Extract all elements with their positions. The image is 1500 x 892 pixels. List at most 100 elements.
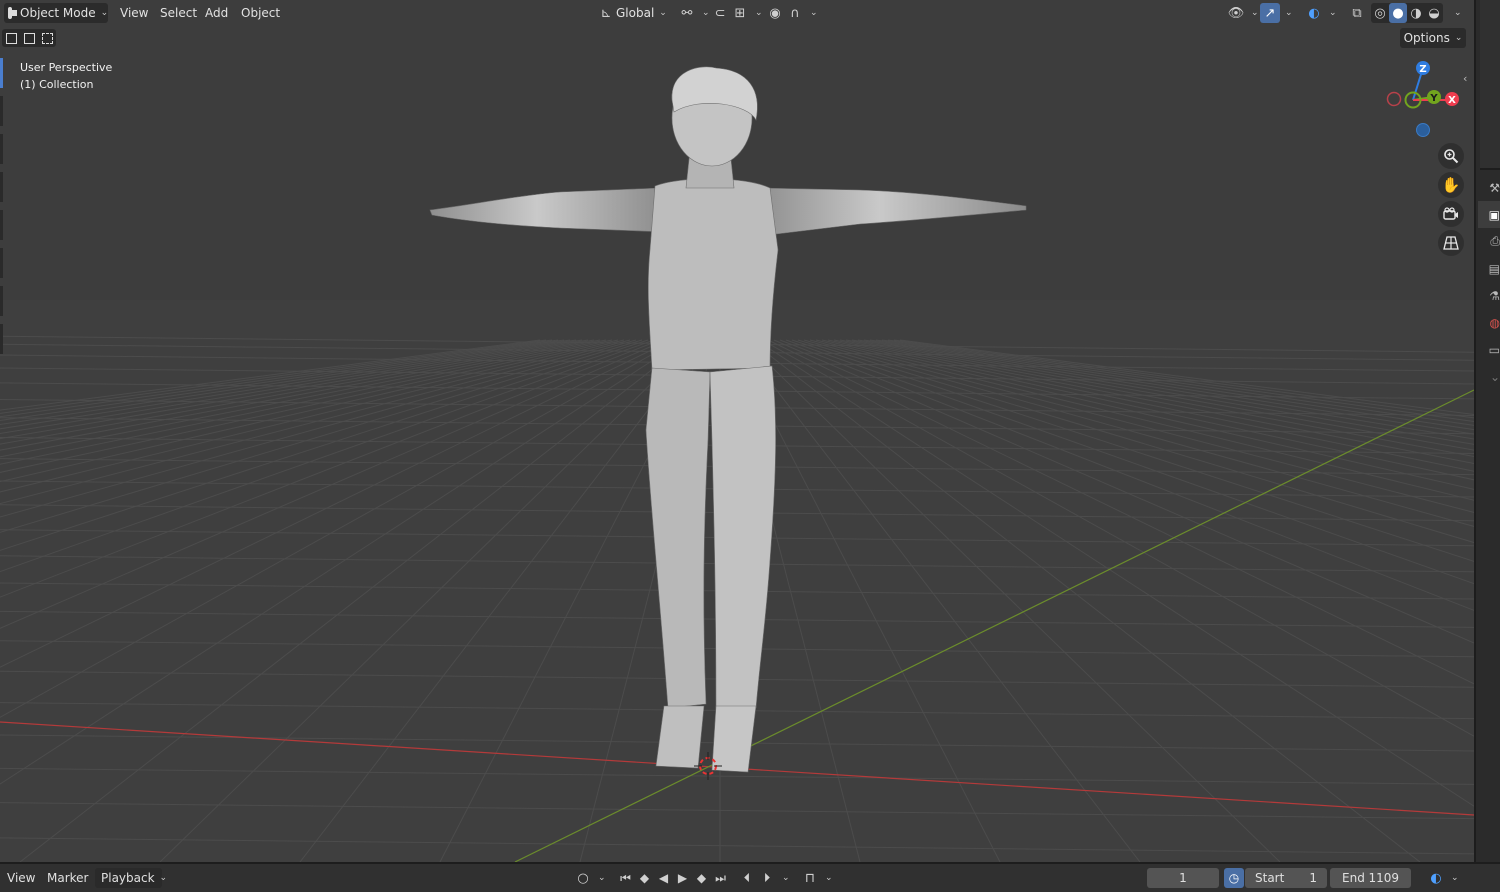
chevron-down-icon[interactable]: ⌄ [1329,8,1337,18]
timeline-menu-marker[interactable]: Marker [47,868,88,888]
pan-hand-icon[interactable]: ✋ [1438,172,1464,198]
rendered-shading-icon[interactable]: ◒ [1425,3,1443,23]
playback-controls: ⏮ ◆ ◀ ▶ ◆ ⏭ [616,868,730,888]
xray-toggle[interactable]: ⧉ [1347,3,1367,23]
end-frame-field[interactable]: End 1109 [1330,868,1411,888]
collection-icon[interactable]: ▭ [1478,336,1500,363]
falloff-curve-icon[interactable]: ∩ [785,3,805,23]
toolbar-tab[interactable] [0,134,3,164]
chevron-down-icon[interactable]: ⌄ [1285,8,1293,18]
expand-tabs-icon[interactable]: ⌄ [1478,363,1500,390]
auto-keying-dropdown[interactable]: ⊓ ⌄ [800,868,833,888]
start-value: 1 [1309,871,1317,885]
menu-view[interactable]: View [114,3,154,23]
step-forward-icon[interactable]: ⏵ [757,868,777,888]
subframe-controls: ⏴ ⏵ ⌄ [737,868,790,888]
xray-icon: ⧉ [1352,5,1362,21]
record-icon[interactable]: ○ [573,868,593,888]
chevron-down-icon: ⌄ [100,8,109,18]
clock-icon[interactable]: ◷ [1224,868,1244,888]
select-new-icon[interactable] [2,29,20,47]
chevron-down-icon: ⌄ [598,873,606,883]
select-mode-buttons [2,29,56,47]
toolbar-tab[interactable] [0,96,3,126]
timeline-menu-view[interactable]: View [7,868,35,888]
chevron-down-icon: ⌄ [1251,8,1259,18]
toolbar-tab[interactable] [0,248,3,278]
menu-select[interactable]: Select [154,3,203,23]
timeline-view-dropdown[interactable]: ◐ ⌄ [1426,868,1458,888]
outliner-strip[interactable] [1480,0,1500,170]
wireframe-shading-icon[interactable]: ◎ [1371,3,1389,23]
menu-object[interactable]: Object [235,3,286,23]
zoom-icon[interactable] [1438,143,1464,169]
transform-orientation-dropdown[interactable]: ⊾ Global ⌄ [596,3,670,23]
material-shading-icon[interactable]: ◑ [1407,3,1425,23]
toolbar-tab[interactable] [0,324,3,354]
menu-add[interactable]: Add [199,3,234,23]
solid-shading-icon[interactable]: ● [1389,3,1407,23]
snap-increment-icon[interactable]: ⊞ [730,3,750,23]
tool-icon[interactable]: ⚒ [1478,174,1500,201]
pivot-link-icon: ⚯ [681,5,693,21]
object-mode-icon [8,7,17,19]
options-dropdown[interactable]: Options ⌄ [1400,28,1466,48]
playback-dropdown[interactable]: Playback ⌄ [95,868,167,888]
3d-viewport[interactable]: User Perspective (1) Collection Z Y X ‹ … [0,0,1474,862]
chevron-down-icon: ⌄ [702,8,710,18]
chevron-down-icon: ⌄ [159,873,168,883]
end-value: 1109 [1368,871,1399,885]
end-label: End [1342,871,1365,885]
current-frame-field[interactable]: 1 [1147,868,1219,888]
pivot-point-dropdown[interactable]: ⚯ ⌄ [677,3,710,23]
mode-label: Object Mode [20,6,96,20]
select-subtract-icon[interactable] [38,29,56,47]
properties-editor-strip: ⚒ ▣ ⎙ ▤ ⚗ ◍ ▭ ⌄ [1474,0,1500,862]
world-icon[interactable]: ◍ [1478,309,1500,336]
neg-z-axis[interactable] [1416,123,1430,137]
jump-start-icon[interactable]: ⏮ [616,868,635,888]
chevron-down-icon[interactable]: ⌄ [755,8,763,18]
neg-x-axis[interactable] [1386,91,1402,107]
step-back-icon[interactable]: ⏴ [737,868,757,888]
scene-icon[interactable]: ⚗ [1478,282,1500,309]
select-extend-icon[interactable] [20,29,38,47]
play-icon[interactable]: ▶ [673,868,692,888]
navigation-gizmo[interactable]: Z Y X [1380,56,1468,144]
visibility-dropdown[interactable]: 👁 ⌄ [1226,3,1259,23]
keying-dropdown[interactable]: ○ ⌄ [573,868,606,888]
output-icon[interactable]: ⎙ [1478,228,1500,255]
orientation-label: Global [616,6,655,20]
viewport-info: User Perspective (1) Collection [20,59,112,93]
next-keyframe-icon[interactable]: ◆ [692,868,711,888]
grid-ortho-icon[interactable] [1438,230,1464,256]
toolbar-tab[interactable] [0,172,3,202]
options-label: Options [1403,31,1450,45]
start-frame-field[interactable]: Start 1 [1245,868,1327,888]
camera-icon[interactable] [1438,201,1464,227]
properties-tabs: ⚒ ▣ ⎙ ▤ ⚗ ◍ ▭ ⌄ [1478,174,1500,390]
toolbar-strip [0,58,4,378]
chevron-down-icon[interactable]: ⌄ [810,8,818,18]
overlays-toggle[interactable]: ◐ ⌄ [1304,3,1337,23]
toolbar-tab-selected[interactable] [0,58,3,88]
snap-magnet-icon[interactable]: ⊂ [710,3,730,23]
render-icon[interactable]: ▣ [1478,201,1500,228]
jump-end-icon[interactable]: ⏭ [711,868,730,888]
toolbar-tab[interactable] [0,210,3,240]
start-label: Start [1255,871,1285,885]
view-layer-icon[interactable]: ▤ [1478,255,1500,282]
chevron-down-icon: ⌄ [1454,33,1463,43]
play-reverse-icon[interactable]: ◀ [654,868,673,888]
viewport-scene [0,66,1474,862]
overlays-icon: ◐ [1308,5,1320,21]
prev-keyframe-icon[interactable]: ◆ [635,868,654,888]
shading-options-dropdown[interactable]: ⌄ [1449,3,1462,23]
gizmo-toggle[interactable]: ↗ ⌄ [1260,3,1293,23]
chevron-down-icon[interactable]: ⌄ [782,873,790,883]
mode-dropdown[interactable]: Object Mode ⌄ [4,3,108,23]
toolbar-tab[interactable] [0,286,3,316]
collection-name: (1) Collection [20,78,94,91]
sidebar-collapse-icon[interactable]: ‹ [1463,72,1467,85]
proportional-edit-icon[interactable]: ◉ [765,3,785,23]
